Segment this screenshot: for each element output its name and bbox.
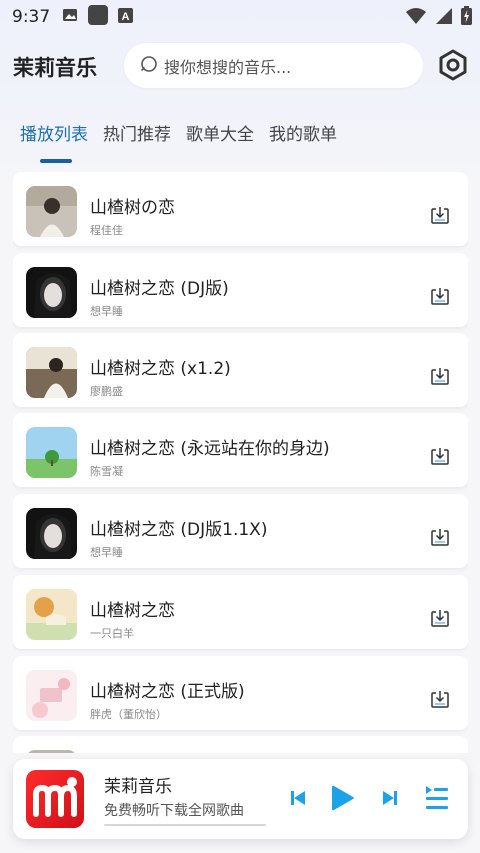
svg-text:A: A	[122, 11, 130, 23]
status-bar: 9:37 A	[0, 0, 480, 34]
download-button[interactable]	[430, 446, 450, 466]
play-button[interactable]	[331, 784, 355, 816]
song-title: 山楂树之恋 (DJ版)	[90, 279, 229, 299]
song-artist: 想早睡	[90, 305, 123, 318]
settings-button[interactable]	[436, 48, 470, 82]
download-icon	[430, 207, 450, 229]
status-time: 9:37	[12, 7, 51, 27]
song-title: 山楂树之恋 (正式版)	[90, 682, 245, 702]
tab-playlist[interactable]: 播放列表	[20, 120, 88, 163]
song-row[interactable]: 山楂树之恋 (正式版) 胖虎（董欣怡）	[13, 656, 468, 730]
song-row[interactable]	[13, 736, 468, 753]
song-row[interactable]: 山楂树之恋 (DJ版1.1X) 想早睡	[13, 494, 468, 568]
next-icon	[383, 791, 397, 810]
album-cover	[26, 347, 77, 398]
album-cover	[26, 589, 77, 640]
search-input[interactable]: 搜你想搜的音乐...	[124, 43, 423, 88]
song-artist: 胖虎（董欣怡）	[90, 708, 167, 721]
wifi-icon	[405, 7, 427, 29]
song-artist: 陈雪凝	[90, 465, 123, 478]
album-cover	[26, 267, 77, 318]
download-icon	[430, 610, 450, 632]
song-row[interactable]: 山楂树之恋 一只白羊	[13, 575, 468, 649]
song-row[interactable]: 山楂树の恋 程佳佳	[13, 172, 468, 246]
download-icon	[430, 448, 450, 470]
square-icon	[88, 5, 109, 29]
song-artist: 廖鹏盛	[90, 385, 123, 398]
download-button[interactable]	[430, 527, 450, 547]
progress-bar[interactable]	[104, 824, 266, 826]
player-subtitle: 免费畅听下载全网歌曲	[104, 803, 244, 819]
download-button[interactable]	[430, 689, 450, 709]
album-cover	[26, 750, 77, 753]
download-button[interactable]	[430, 286, 450, 306]
album-cover	[26, 508, 77, 559]
song-title: 山楂树之恋	[90, 601, 175, 621]
song-title: 山楂树の恋	[90, 198, 175, 218]
app-title: 茉莉音乐	[13, 56, 97, 80]
download-icon	[430, 691, 450, 713]
settings-hex-icon	[436, 49, 470, 86]
app-logo	[26, 770, 84, 828]
song-title: 山楂树之恋 (x1.2)	[90, 359, 231, 379]
song-list: 山楂树の恋 程佳佳 山楂树之恋 (DJ版) 想早睡 山楂树之恋 (x1.2) 廖…	[13, 168, 468, 753]
download-icon	[430, 529, 450, 551]
search-icon	[140, 55, 158, 77]
song-artist: 想早睡	[90, 546, 123, 559]
mini-player[interactable]: 茉莉音乐 免费畅听下载全网歌曲	[13, 759, 468, 839]
song-artist: 一只白羊	[90, 627, 134, 640]
signal-icon	[435, 7, 453, 29]
song-row[interactable]: 山楂树之恋 (永远站在你的身边) 陈雪凝	[13, 413, 468, 487]
song-row[interactable]: 山楂树之恋 (x1.2) 廖鹏盛	[13, 333, 468, 407]
download-button[interactable]	[430, 366, 450, 386]
player-title: 茉莉音乐	[104, 777, 172, 797]
download-icon	[430, 368, 450, 390]
song-artist: 程佳佳	[90, 224, 123, 237]
album-cover	[26, 427, 77, 478]
album-cover	[26, 186, 77, 237]
download-button[interactable]	[430, 608, 450, 628]
app-header: 茉莉音乐 搜你想搜的音乐...	[0, 40, 480, 90]
playlist-icon	[424, 786, 450, 816]
playlist-button[interactable]	[424, 784, 450, 816]
image-icon	[62, 7, 78, 27]
song-title: 山楂树之恋 (DJ版1.1X)	[90, 520, 268, 540]
tab-my-lists[interactable]: 我的歌单	[269, 120, 337, 153]
download-button[interactable]	[430, 205, 450, 225]
song-title: 山楂树之恋 (永远站在你的身边)	[90, 439, 330, 459]
tab-song-lists[interactable]: 歌单大全	[186, 120, 254, 153]
song-row[interactable]: 山楂树之恋 (DJ版) 想早睡	[13, 253, 468, 327]
a-box-icon: A	[118, 7, 134, 27]
battery-icon	[461, 6, 472, 29]
previous-button[interactable]	[291, 790, 305, 810]
search-placeholder: 搜你想搜的音乐...	[164, 57, 292, 77]
tab-bar: 播放列表 热门推荐 歌单大全 我的歌单	[20, 120, 352, 163]
previous-icon	[291, 791, 305, 810]
play-icon	[331, 785, 355, 816]
next-button[interactable]	[383, 790, 397, 810]
album-cover	[26, 670, 77, 721]
download-icon	[430, 288, 450, 310]
tab-hot-recommend[interactable]: 热门推荐	[103, 120, 171, 153]
